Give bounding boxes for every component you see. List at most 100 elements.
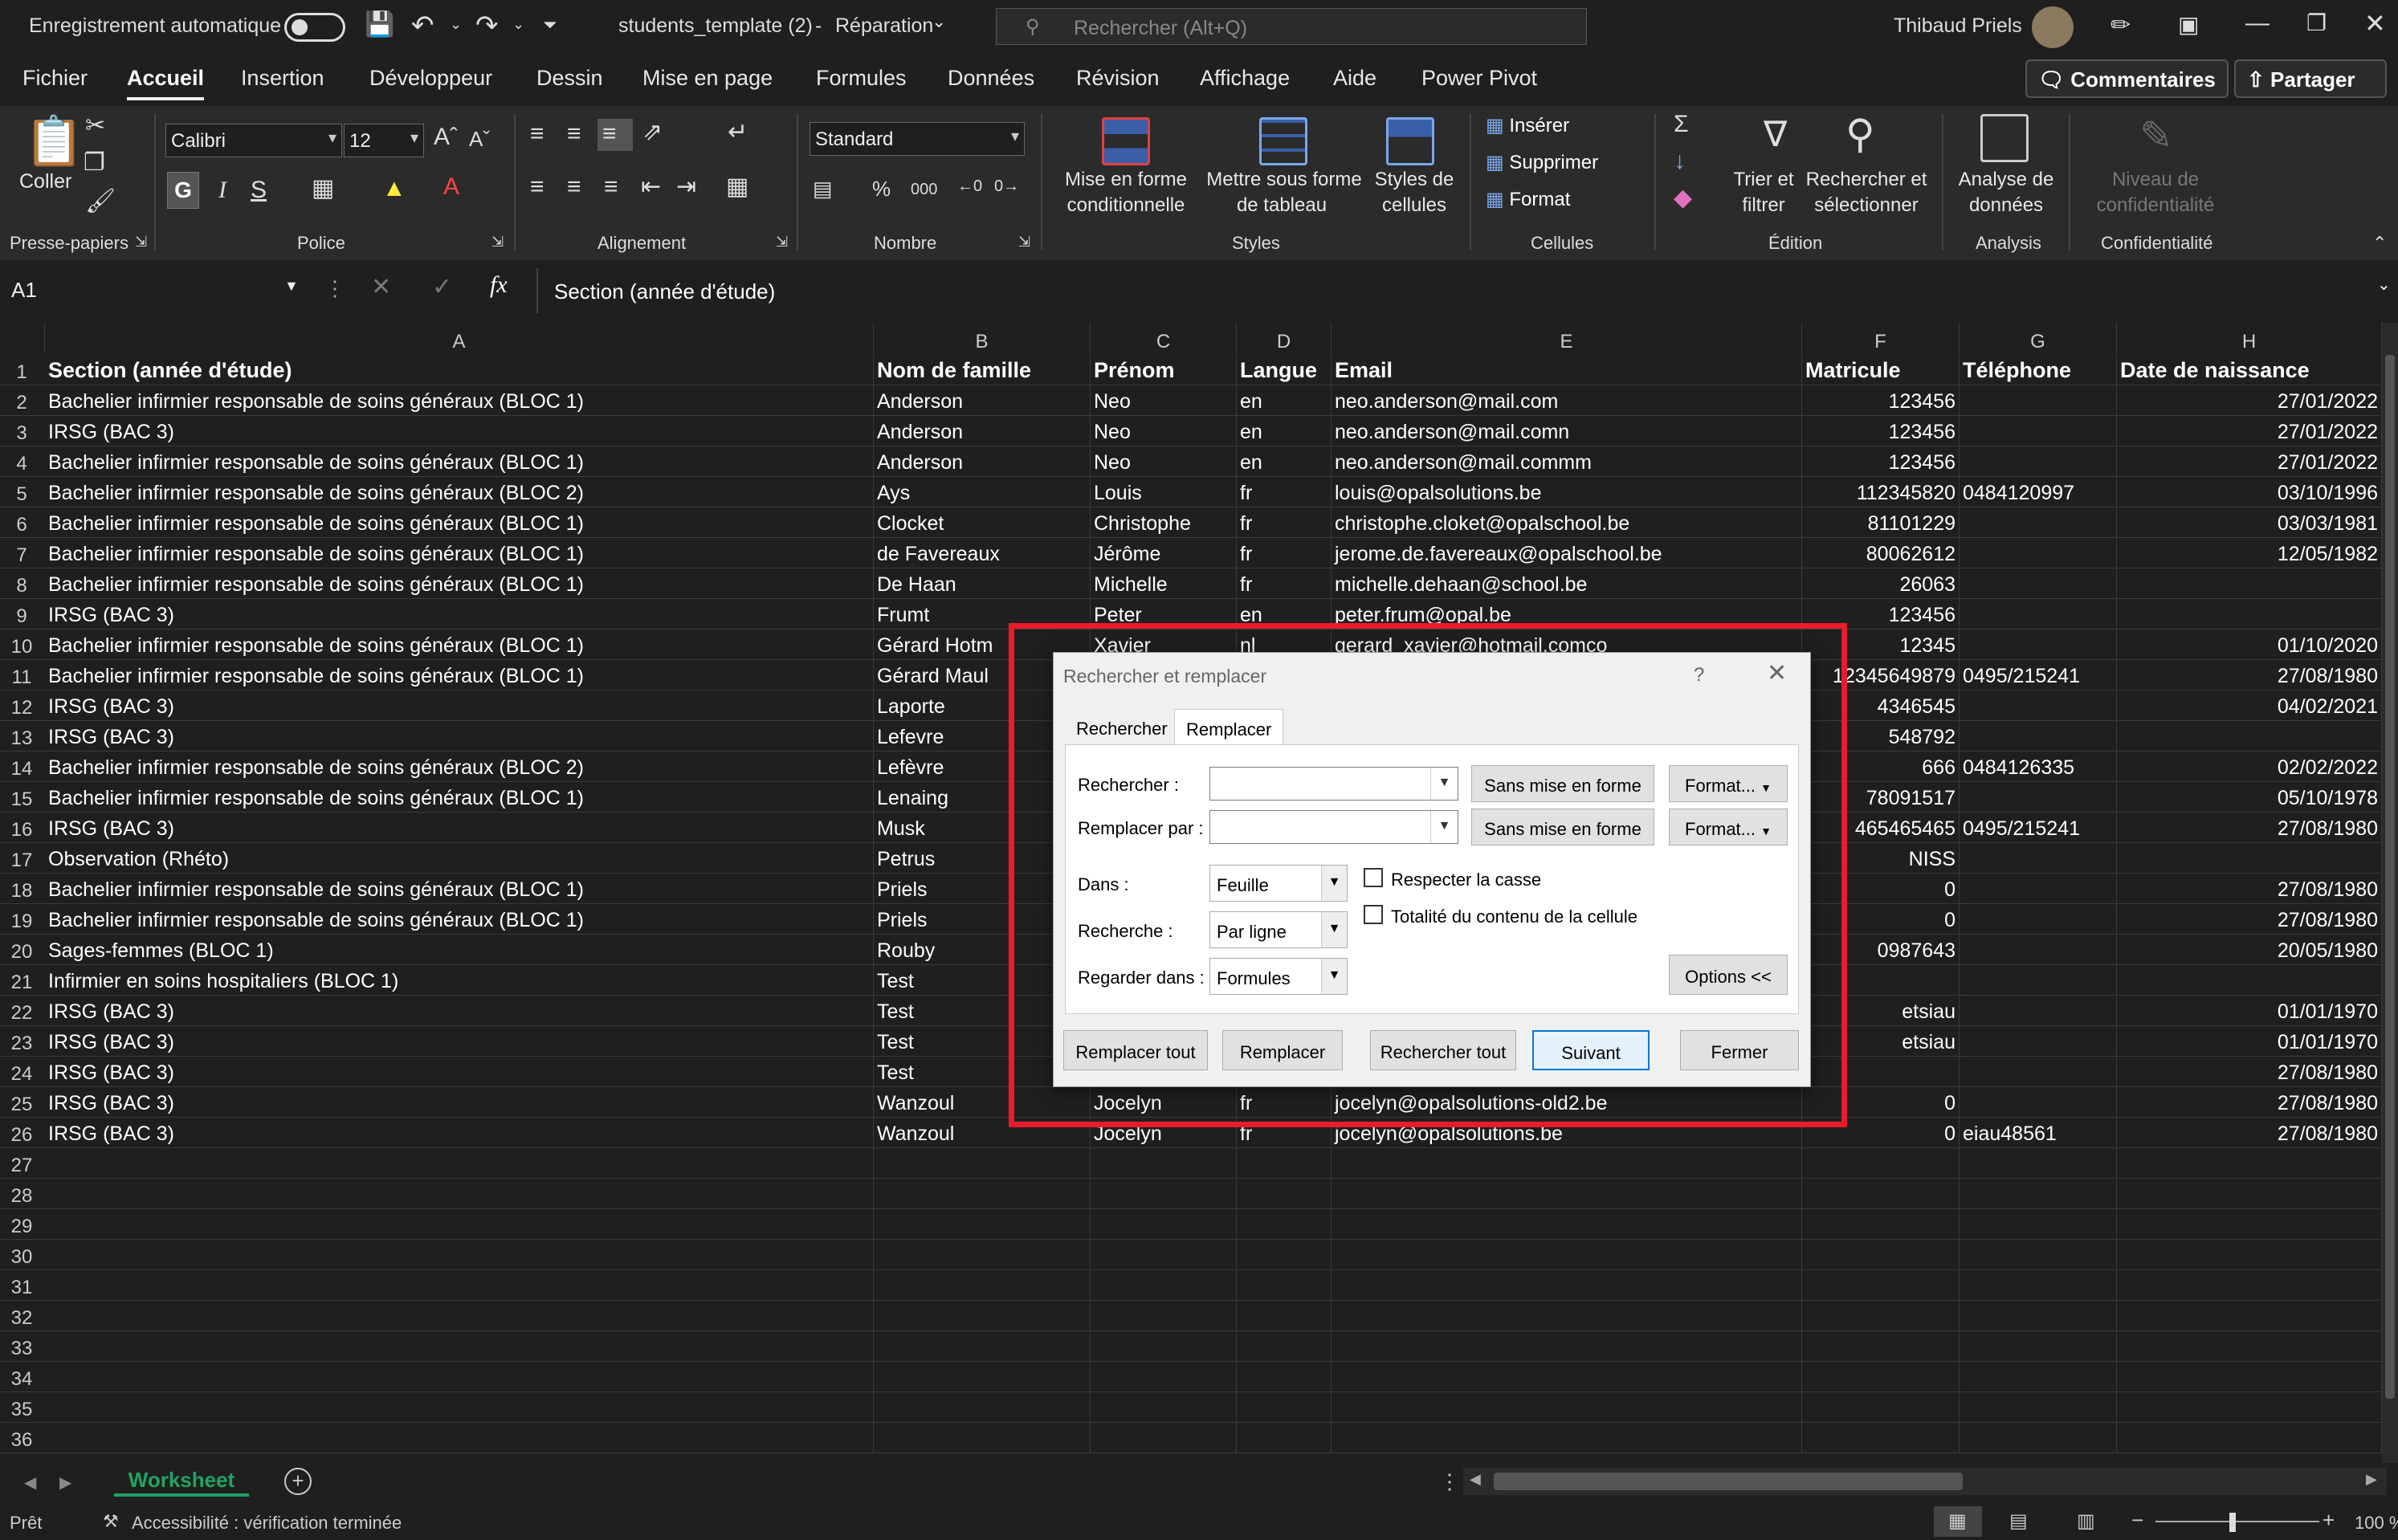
cell[interactable] xyxy=(2117,1270,2382,1301)
cell[interactable] xyxy=(1332,1148,1802,1179)
cell[interactable]: Bachelier infirmier responsable de soins… xyxy=(45,752,874,782)
row-header[interactable]: 8 xyxy=(0,568,43,599)
cell[interactable] xyxy=(1960,1057,2117,1087)
replace-all-button[interactable]: Remplacer tout xyxy=(1063,1030,1208,1070)
cell[interactable] xyxy=(1960,1209,2117,1240)
cell[interactable]: Matricule xyxy=(1802,355,1960,385)
wrap-text-icon[interactable]: ↵ xyxy=(728,120,748,145)
column-header-a[interactable]: A xyxy=(45,323,874,353)
cell[interactable] xyxy=(45,1423,874,1453)
thousands-button[interactable]: 000 xyxy=(911,181,937,198)
cell[interactable] xyxy=(1237,1301,1332,1331)
cell[interactable] xyxy=(1960,416,2117,446)
avatar[interactable] xyxy=(2032,6,2074,48)
cell[interactable] xyxy=(1960,843,2117,874)
cell[interactable] xyxy=(1960,1301,2117,1331)
cell[interactable] xyxy=(874,1240,1091,1270)
delete-button[interactable]: ▦ Supprimer xyxy=(1486,151,1598,174)
cell[interactable]: Sages-femmes (BLOC 1) xyxy=(45,935,874,965)
row-header[interactable]: 29 xyxy=(0,1209,43,1240)
cell[interactable]: Jérôme xyxy=(1091,538,1237,568)
row-header[interactable]: 24 xyxy=(0,1057,43,1087)
cell[interactable] xyxy=(1332,1209,1802,1240)
cell[interactable] xyxy=(2117,1362,2382,1392)
cell[interactable]: 80062612 xyxy=(1802,538,1960,568)
cell[interactable] xyxy=(1960,1423,2117,1453)
align-center-icon[interactable]: ≡ xyxy=(567,175,581,199)
name-box[interactable]: A1 ▼ xyxy=(10,271,307,307)
format-button[interactable]: ▦ Format xyxy=(1486,188,1570,211)
cell[interactable]: Infirmier en soins hospitaliers (BLOC 1) xyxy=(45,965,874,996)
cell[interactable]: 12/05/1982 xyxy=(2117,538,2382,568)
close-button[interactable]: Fermer xyxy=(1680,1030,1799,1070)
cell[interactable]: IRSG (BAC 3) xyxy=(45,1057,874,1087)
cell[interactable] xyxy=(1960,782,2117,813)
column-header-e[interactable]: E xyxy=(1332,323,1802,353)
sort-filter-icon[interactable]: ∇ xyxy=(1764,117,1787,153)
row-header[interactable]: 31 xyxy=(0,1270,43,1301)
cell[interactable] xyxy=(1802,1423,1960,1453)
help-icon[interactable]: ? xyxy=(1694,664,1704,686)
find-input[interactable]: ▼ xyxy=(1209,767,1458,801)
redo-dropdown-icon[interactable]: ⌄ xyxy=(512,16,524,33)
table-format-icon[interactable] xyxy=(1259,117,1307,165)
chevron-down-icon[interactable]: ▼ xyxy=(1430,768,1458,800)
tab-fichier[interactable]: Fichier xyxy=(22,66,88,91)
align-right-icon[interactable]: ≡ xyxy=(604,175,618,199)
replace-no-format-button[interactable]: Sans mise en forme xyxy=(1471,809,1654,845)
cell[interactable] xyxy=(2117,965,2382,996)
row-header[interactable]: 32 xyxy=(0,1301,43,1331)
cell[interactable]: 27/08/1980 xyxy=(2117,1057,2382,1087)
options-button[interactable]: Options << xyxy=(1669,955,1788,995)
cell[interactable]: Prénom xyxy=(1091,355,1237,385)
font-name-select[interactable]: Calibri ▾ xyxy=(165,124,342,157)
cell[interactable]: 05/10/1978 xyxy=(2117,782,2382,813)
chevron-down-icon[interactable]: ▼ xyxy=(1430,811,1458,843)
cell[interactable] xyxy=(2117,1423,2382,1453)
cell[interactable] xyxy=(45,1362,874,1392)
cell[interactable] xyxy=(1237,1423,1332,1453)
cell[interactable] xyxy=(1091,1209,1237,1240)
replace-format-button[interactable]: Format... ▼ xyxy=(1669,809,1788,845)
row-header[interactable]: 15 xyxy=(0,782,43,813)
cell[interactable] xyxy=(45,1331,874,1362)
ribbon-display-icon[interactable]: ▣ xyxy=(2178,11,2199,38)
underline-button[interactable]: S xyxy=(251,178,267,202)
cell[interactable] xyxy=(1960,507,2117,538)
align-top-icon[interactable]: ≡ xyxy=(530,122,544,146)
row-header[interactable]: 1 xyxy=(0,355,43,385)
cell[interactable]: 0484126335 xyxy=(1960,752,2117,782)
row-header[interactable]: 26 xyxy=(0,1118,43,1148)
tab-power-pivot[interactable]: Power Pivot xyxy=(1421,66,1537,91)
autosum-icon[interactable]: Σ xyxy=(1674,112,1689,136)
cell[interactable]: fr xyxy=(1237,477,1332,507)
cell[interactable]: 123456 xyxy=(1802,385,1960,416)
vertical-scrollbar[interactable] xyxy=(2382,323,2398,1463)
row-header[interactable]: 17 xyxy=(0,843,43,874)
zoom-slider[interactable] xyxy=(2155,1521,2319,1522)
cell[interactable] xyxy=(1960,721,2117,752)
cell[interactable]: 27/01/2022 xyxy=(2117,446,2382,477)
cell[interactable]: 01/01/1970 xyxy=(2117,1026,2382,1057)
within-select[interactable]: Feuille ▼ xyxy=(1209,865,1348,902)
cell[interactable]: 27/08/1980 xyxy=(2117,1087,2382,1118)
cell[interactable] xyxy=(1960,1270,2117,1301)
cell[interactable] xyxy=(2117,1148,2382,1179)
increase-indent-icon[interactable]: ⇥ xyxy=(676,175,696,199)
close-icon[interactable]: ✕ xyxy=(2364,8,2386,39)
cell[interactable]: Date de naissance xyxy=(2117,355,2382,385)
cell[interactable] xyxy=(1960,1392,2117,1423)
percent-button[interactable]: % xyxy=(872,178,891,199)
comments-button[interactable]: 🗨 Commentaires xyxy=(2025,59,2229,98)
horizontal-scrollbar[interactable]: ◀ ▶ xyxy=(1463,1468,2387,1495)
cell[interactable] xyxy=(45,1179,874,1209)
cell[interactable] xyxy=(874,1331,1091,1362)
cell[interactable] xyxy=(1960,996,2117,1026)
cell[interactable]: Neo xyxy=(1091,446,1237,477)
cell[interactable] xyxy=(1091,1362,1237,1392)
cell[interactable] xyxy=(1332,1392,1802,1423)
cell[interactable] xyxy=(1960,691,2117,721)
replace-input[interactable]: ▼ xyxy=(1209,810,1458,844)
column-header-b[interactable]: B xyxy=(874,323,1091,353)
row-header[interactable]: 21 xyxy=(0,965,43,996)
